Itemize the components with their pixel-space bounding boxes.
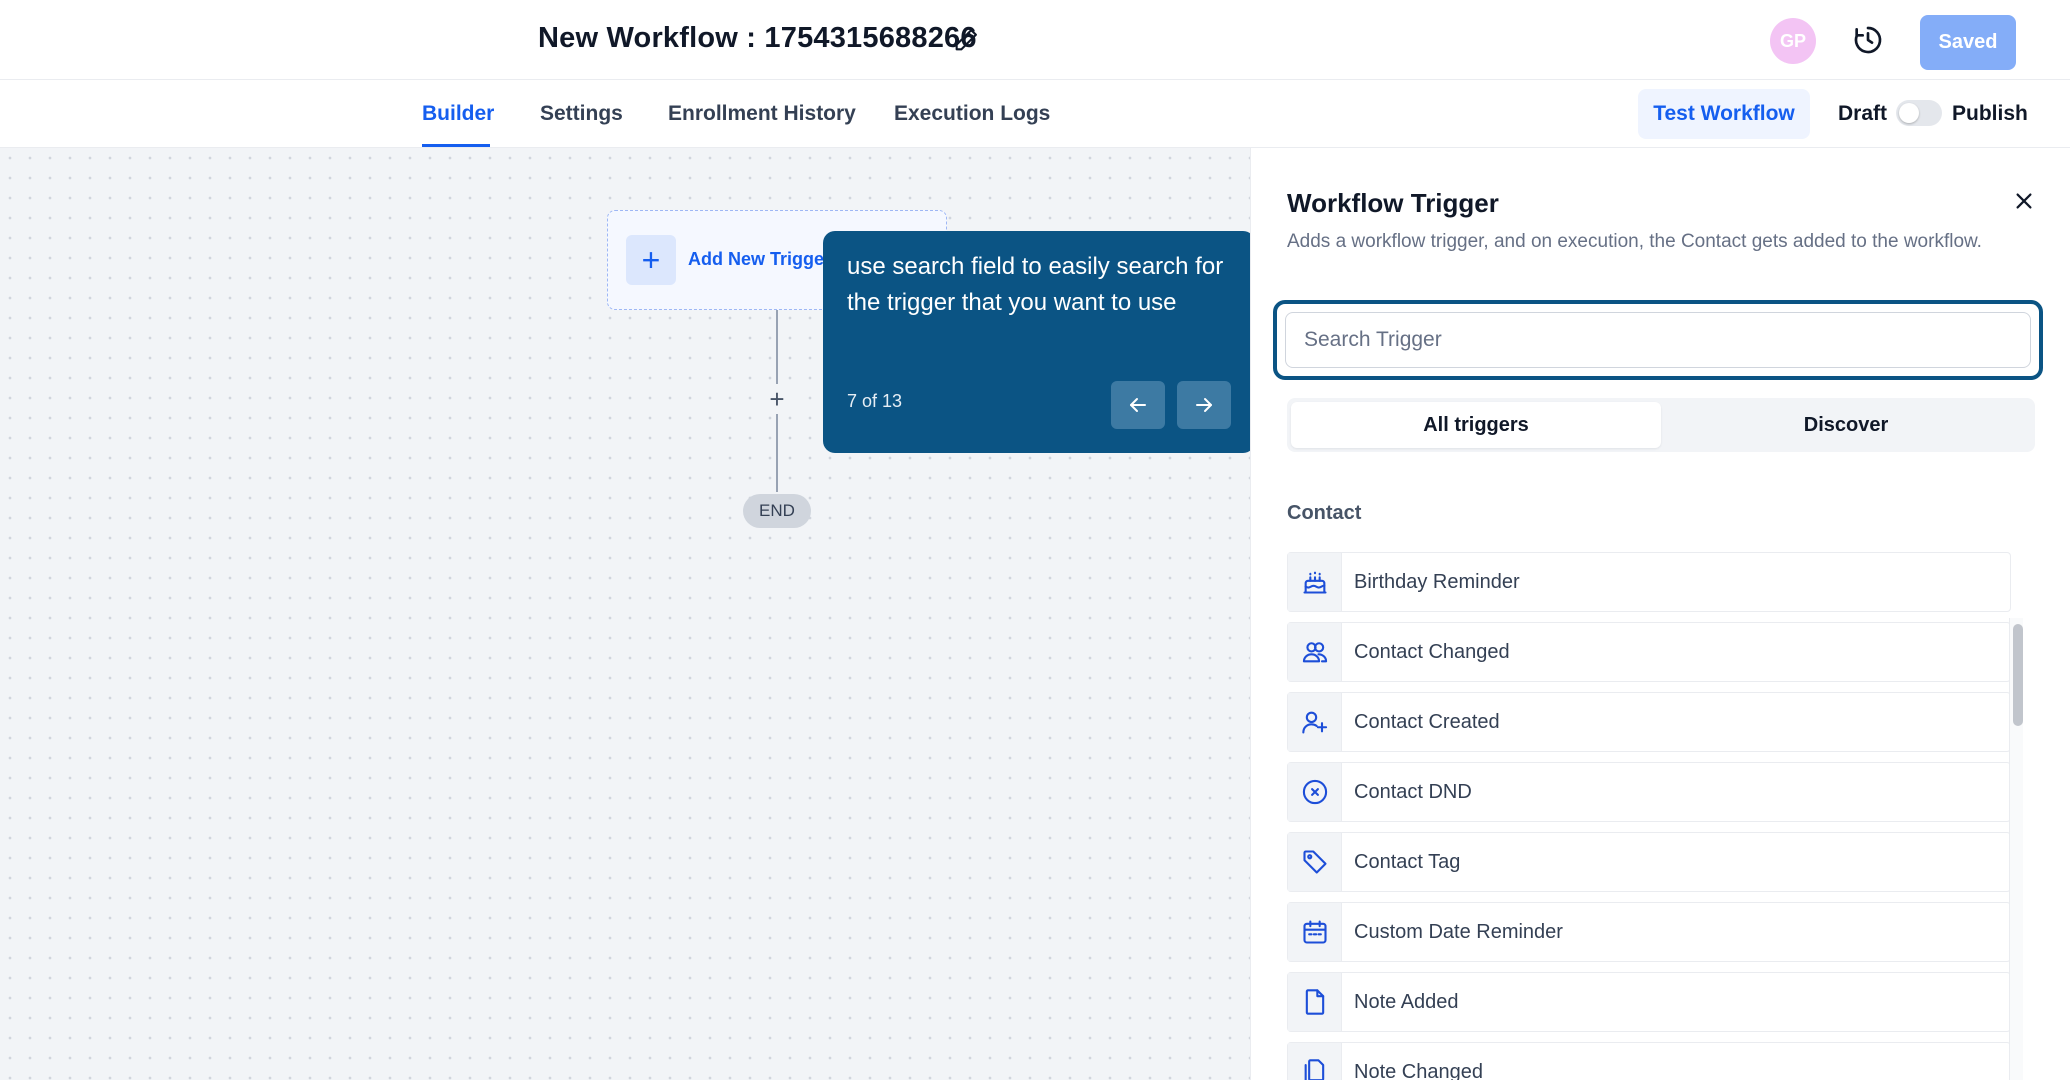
segment-all-triggers[interactable]: All triggers [1291, 402, 1661, 448]
search-highlight [1273, 300, 2043, 380]
tag-icon [1288, 833, 1342, 891]
panel-title: Workflow Trigger [1287, 188, 1499, 218]
list-item-label: Contact Tag [1354, 851, 1461, 873]
publish-label: Publish [1952, 102, 2028, 125]
list-item-label: Contact Changed [1354, 641, 1510, 663]
panel-description: Adds a workflow trigger, and on executio… [1287, 231, 1982, 252]
tooltip-step-counter: 7 of 13 [847, 391, 903, 411]
trigger-segment-control: All triggers Discover [1287, 398, 2035, 452]
tour-tooltip: use search field to easily search for th… [823, 231, 1255, 453]
add-step-plus-icon[interactable]: + [762, 384, 792, 414]
user-plus-icon [1288, 693, 1342, 751]
tooltip-text: use search field to easily search for th… [847, 253, 1224, 316]
tab-settings[interactable]: Settings [540, 102, 623, 126]
list-item[interactable]: Contact DND [1287, 762, 2011, 822]
tooltip-next-button[interactable] [1177, 381, 1231, 429]
end-node: END [743, 494, 811, 528]
list-item-label: Birthday Reminder [1354, 571, 1520, 593]
x-circle-icon [1288, 763, 1342, 821]
calendar-icon [1288, 903, 1342, 961]
pencil-icon[interactable] [952, 26, 980, 54]
trigger-panel: Workflow Trigger Adds a workflow trigger… [1250, 148, 2070, 1080]
list-item[interactable]: Contact Changed [1287, 622, 2011, 682]
files-icon [1288, 1043, 1342, 1080]
trigger-list: Birthday Reminder Contact Changed Contac… [1287, 552, 2011, 1080]
tab-builder[interactable]: Builder [422, 102, 494, 126]
list-item[interactable]: Contact Created [1287, 692, 2011, 752]
history-icon[interactable] [1852, 24, 1884, 56]
publish-toggle[interactable] [1896, 100, 1942, 126]
tab-execution-logs[interactable]: Execution Logs [894, 102, 1050, 126]
active-tab-indicator [422, 144, 490, 147]
users-icon [1288, 623, 1342, 681]
tab-enrollment-history[interactable]: Enrollment History [668, 102, 856, 126]
list-item[interactable]: Note Changed [1287, 1042, 2011, 1080]
list-item[interactable]: Contact Tag [1287, 832, 2011, 892]
list-item[interactable]: Birthday Reminder [1287, 552, 2011, 612]
file-icon [1288, 973, 1342, 1031]
list-item-label: Note Added [1354, 991, 1459, 1013]
draft-label: Draft [1838, 102, 1888, 125]
workflow-title: New Workflow : 1754315688266 [538, 22, 977, 54]
list-item-label: Contact Created [1354, 711, 1500, 733]
list-item-label: Contact DND [1354, 781, 1472, 803]
list-item[interactable]: Custom Date Reminder [1287, 902, 2011, 962]
close-icon[interactable] [2009, 186, 2039, 216]
tabs-bar: Builder Settings Enrollment History Exec… [0, 80, 2070, 148]
list-item[interactable]: Note Added [1287, 972, 2011, 1032]
section-heading-contact: Contact [1287, 502, 1362, 524]
test-workflow-button[interactable]: Test Workflow [1638, 89, 1810, 139]
search-trigger-input[interactable] [1285, 312, 2031, 368]
tooltip-prev-button[interactable] [1111, 381, 1165, 429]
avatar[interactable]: GP [1770, 18, 1816, 64]
add-trigger-label: Add New Trigger [688, 249, 832, 269]
segment-discover[interactable]: Discover [1661, 402, 2031, 448]
saved-button[interactable]: Saved [1920, 15, 2016, 70]
cake-icon [1288, 553, 1342, 611]
list-scrollbar-thumb[interactable] [2013, 624, 2023, 726]
list-item-label: Note Changed [1354, 1061, 1483, 1080]
top-header: New Workflow : 1754315688266 GP Saved [0, 0, 2070, 80]
arrow-right-icon [1196, 398, 1212, 412]
plus-icon: + [626, 235, 676, 285]
toggle-knob [1899, 103, 1919, 123]
arrow-left-icon [1130, 398, 1146, 412]
list-item-label: Custom Date Reminder [1354, 921, 1563, 943]
